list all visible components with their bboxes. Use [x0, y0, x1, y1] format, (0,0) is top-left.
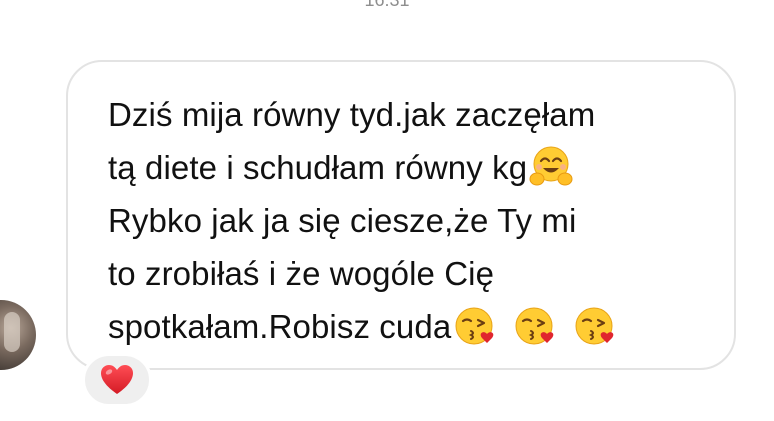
sender-avatar[interactable]: [0, 300, 36, 370]
face-blowing-kiss-icon: [455, 307, 494, 345]
message-line-4: to zrobiłaś i że wogóle Cię: [108, 255, 495, 292]
message-text: Dziś mija równy tyd.jak zaczęłam tą diet…: [108, 88, 708, 353]
heart-reaction[interactable]: [82, 353, 152, 407]
face-blowing-kiss-icon: [575, 307, 614, 345]
message-timestamp: 16:31: [364, 0, 410, 10]
message-line-2: tą diete i schudłam równy kg: [108, 149, 528, 186]
hugging-face-icon: [529, 146, 573, 186]
message-line-1: Dziś mija równy tyd.jak zaczęłam: [108, 96, 596, 133]
face-blowing-kiss-icon: [515, 307, 554, 345]
message-line-3: Rybko jak ja się ciesze,że Ty mi: [108, 202, 577, 239]
avatar-photo-figure: [4, 312, 20, 352]
message-line-5: spotkałam.Robisz cuda: [108, 308, 452, 345]
red-heart-icon: [101, 365, 133, 394]
message-bubble[interactable]: Dziś mija równy tyd.jak zaczęłam tą diet…: [66, 60, 736, 370]
